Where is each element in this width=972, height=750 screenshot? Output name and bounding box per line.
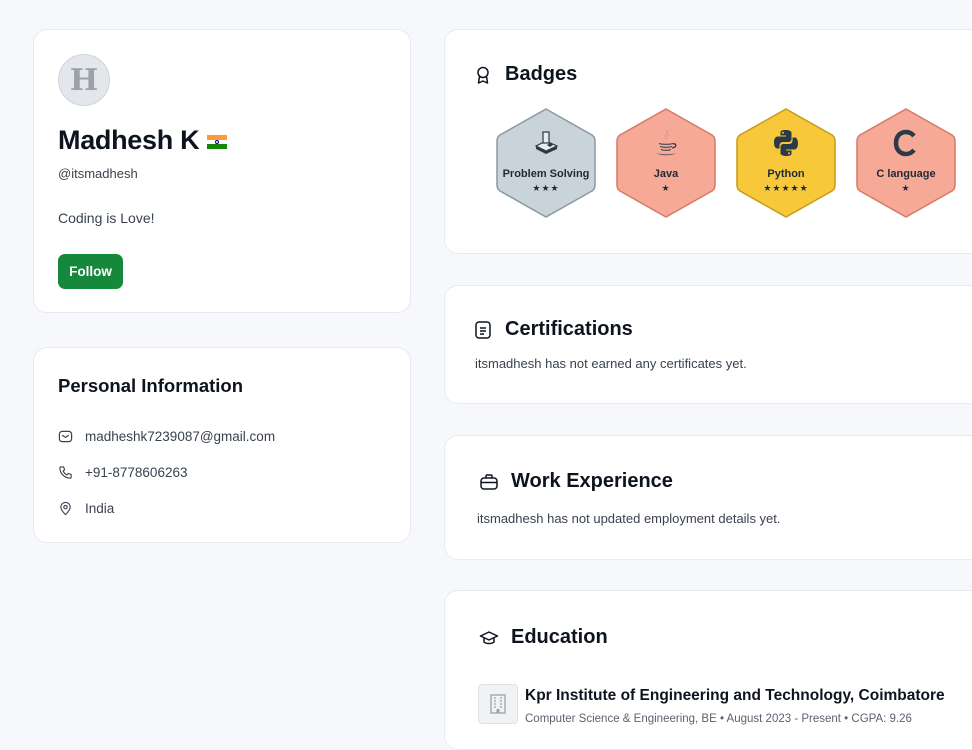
username: @itsmadhesh xyxy=(58,166,138,181)
education-details: Computer Science & Engineering, BE • Aug… xyxy=(525,713,912,725)
badge-stars: ★ xyxy=(901,183,911,193)
email-icon xyxy=(58,430,73,443)
certifications-card: Certifications itsmadhesh has not earned… xyxy=(444,285,972,404)
profile-card: H Madhesh K @itsmadhesh Coding is Love! … xyxy=(33,29,411,313)
python-icon xyxy=(735,127,837,164)
location-row: India xyxy=(58,501,114,516)
education-header: Education xyxy=(479,626,608,649)
c-language-icon xyxy=(855,127,957,164)
badges-header: Badges xyxy=(473,63,577,86)
problem-solving-icon xyxy=(495,127,597,164)
badge-stars: ★★★★★ xyxy=(763,183,809,193)
profile-name-text: Madhesh K xyxy=(58,125,200,155)
institution-name: Kpr Institute of Engineering and Technol… xyxy=(525,687,945,704)
avatar[interactable]: H xyxy=(58,54,110,106)
badge-name: Problem Solving xyxy=(502,168,590,180)
work-experience-note: itsmadhesh has not updated employment de… xyxy=(477,511,781,526)
badge-stars: ★★★ xyxy=(532,183,560,193)
badges-title: Badges xyxy=(505,63,578,85)
java-icon xyxy=(615,127,717,164)
badge-java[interactable]: Java ★ xyxy=(615,107,717,219)
badges-card: Badges Problem Solving ★★★ Java ★ Python… xyxy=(444,29,972,254)
badge-name: Java xyxy=(653,168,679,180)
badge-name: Python xyxy=(767,168,805,180)
personal-info-card: Personal Information madheshk7239087@gma… xyxy=(33,347,411,543)
certificate-icon xyxy=(475,320,491,339)
phone-text: +91-8778606263 xyxy=(85,465,188,480)
education-card: Education Kpr Institute of Engineering a… xyxy=(444,590,972,750)
phone-icon xyxy=(59,466,72,479)
personal-info-title: Personal Information xyxy=(58,375,244,396)
location-text: India xyxy=(85,501,115,516)
badge-name: C language xyxy=(876,168,936,180)
profile-name: Madhesh K xyxy=(58,125,228,156)
badge-c-language[interactable]: C language ★ xyxy=(855,107,957,219)
certifications-title: Certifications xyxy=(505,318,633,340)
work-experience-card: Work Experience itsmadhesh has not updat… xyxy=(444,435,972,560)
email-row: madheshk7239087@gmail.com xyxy=(58,429,275,444)
briefcase-icon xyxy=(480,473,498,490)
phone-row: +91-8778606263 xyxy=(58,465,187,480)
avatar-letter: H xyxy=(69,62,99,98)
education-title: Education xyxy=(511,626,608,648)
badge-stars: ★ xyxy=(661,183,671,193)
follow-button[interactable]: Follow xyxy=(58,254,123,289)
email-text[interactable]: madheshk7239087@gmail.com xyxy=(85,429,275,444)
work-experience-title: Work Experience xyxy=(511,470,673,492)
work-experience-header: Work Experience xyxy=(479,470,673,493)
graduation-cap-icon xyxy=(479,630,499,644)
location-pin-icon xyxy=(60,501,71,516)
bio: Coding is Love! xyxy=(58,210,155,226)
certifications-header: Certifications xyxy=(473,318,633,341)
badge-ribbon-icon xyxy=(477,66,489,84)
badge-python[interactable]: Python ★★★★★ xyxy=(735,107,837,219)
india-flag-icon xyxy=(207,135,228,149)
certifications-note: itsmadhesh has not earned any certificat… xyxy=(475,356,747,371)
badge-problem-solving[interactable]: Problem Solving ★★★ xyxy=(495,107,597,219)
institution-building-icon xyxy=(478,684,518,724)
